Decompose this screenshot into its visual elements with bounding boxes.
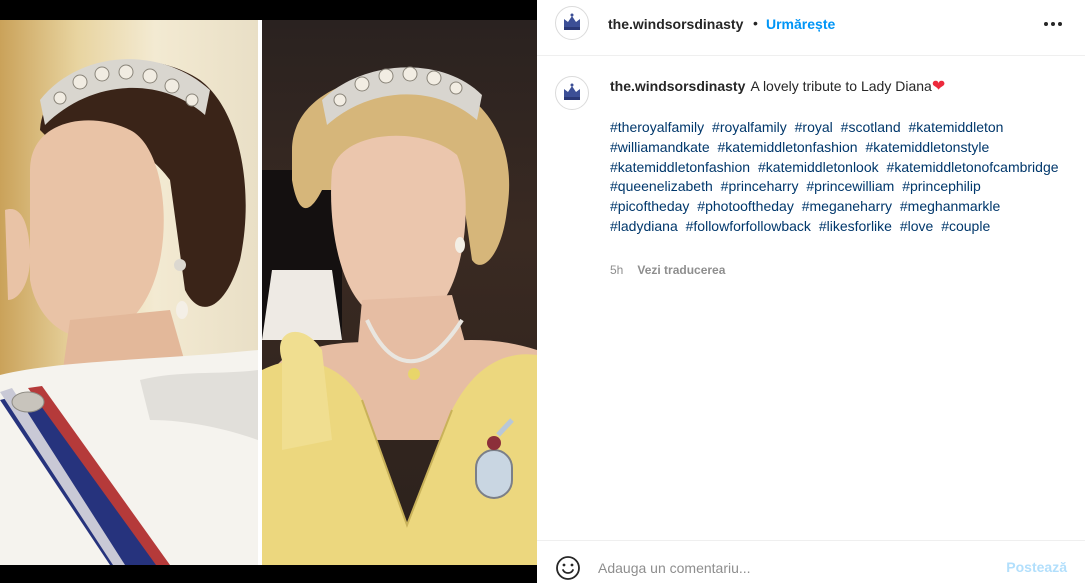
photo-kate-middleton [0, 20, 258, 565]
hashtag-link[interactable]: #katemiddleton [909, 119, 1004, 135]
hashtag-link[interactable]: #princewilliam [806, 178, 894, 194]
hashtag-link[interactable]: #princephilip [902, 178, 981, 194]
caption-username[interactable]: the.windsorsdinasty [610, 78, 745, 94]
media-top-bar [0, 0, 537, 20]
hashtag-link[interactable]: #couple [941, 218, 990, 234]
post-time: 5h [610, 263, 624, 277]
comment-input[interactable] [598, 557, 978, 579]
avatar-crest-graphic [564, 13, 580, 30]
heart-emoji: ❤ [931, 78, 946, 95]
hashtag-link[interactable]: #love [900, 218, 933, 234]
hashtag-link[interactable]: #photooftheday [697, 198, 794, 214]
hashtag-link[interactable]: #followforfollowback [686, 218, 811, 234]
hashtag-link[interactable]: #royalfamily [712, 119, 787, 135]
media-bottom-bar [0, 565, 537, 583]
emoji-smile-icon[interactable] [555, 555, 581, 581]
hashtag-link[interactable]: #royal [795, 119, 833, 135]
post-caption: the.windsorsdinasty A lovely tribute to … [537, 56, 1085, 526]
hashtag-link[interactable]: #meghanmarkle [900, 198, 1000, 214]
hashtag-link[interactable]: #katemiddletonstyle [866, 139, 990, 155]
hashtag-link[interactable]: #katemiddletonfashion [718, 139, 858, 155]
follow-button[interactable]: Urmărește [766, 16, 835, 32]
more-options-icon[interactable] [1041, 14, 1065, 34]
follow-separator: • [753, 15, 758, 31]
post-side-panel: the.windsorsdinasty • Urmărește the.wind… [537, 0, 1085, 583]
caption-text-line: the.windsorsdinasty A lovely tribute to … [610, 76, 1070, 97]
hashtag-link[interactable]: #ladydiana [610, 218, 678, 234]
hashtag-link[interactable]: #scotland [841, 119, 901, 135]
post-meta: 5h Vezi traducerea [610, 263, 725, 277]
royal-crest-icon[interactable] [555, 6, 589, 40]
comment-bar: Postează [537, 540, 1085, 583]
hashtag-link[interactable]: #likesforlike [819, 218, 892, 234]
hashtag-link[interactable]: #queenelizabeth [610, 178, 713, 194]
hashtag-link[interactable]: #theroyalfamily [610, 119, 704, 135]
post-comment-button[interactable]: Postează [1006, 559, 1067, 575]
post-media[interactable] [0, 0, 537, 583]
hashtag-link[interactable]: #williamandkate [610, 139, 710, 155]
photo-lady-diana [262, 20, 537, 565]
emoji-smile-graphic [556, 556, 580, 580]
photo-kate-illustration [0, 59, 258, 565]
hashtag-link[interactable]: #katemiddletonlook [758, 159, 879, 175]
royal-crest-icon[interactable] [555, 76, 589, 110]
hashtag-link[interactable]: #picoftheday [610, 198, 689, 214]
see-translation-link[interactable]: Vezi traducerea [637, 263, 725, 277]
post-author-username[interactable]: the.windsorsdinasty [608, 16, 743, 32]
hashtag-list: #theroyalfamily #royalfamily #royal #sco… [610, 118, 1070, 237]
caption-text: A lovely tribute to Lady Diana [750, 78, 932, 94]
caption-avatar-crest-graphic [564, 83, 580, 100]
photo-diana-illustration [262, 66, 537, 565]
post-header: the.windsorsdinasty • Urmărește [537, 0, 1085, 56]
hashtag-link[interactable]: #katemiddletonofcambridge [887, 159, 1059, 175]
hashtag-link[interactable]: #princeharry [721, 178, 799, 194]
more-options-graphic [1044, 22, 1062, 26]
hashtag-link[interactable]: #meganeharry [802, 198, 892, 214]
hashtag-link[interactable]: #katemiddletonfashion [610, 159, 750, 175]
